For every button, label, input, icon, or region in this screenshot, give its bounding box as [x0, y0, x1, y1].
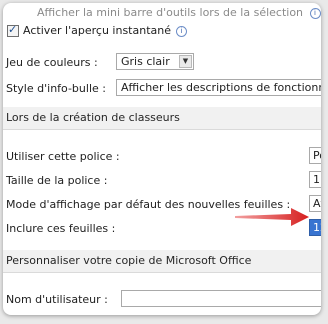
tooltip-style-label: Style d'info-bulle :	[6, 82, 106, 95]
color-scheme-label: Jeu de couleurs :	[6, 56, 98, 69]
default-font-select[interactable]: Police du corps	[309, 147, 321, 164]
live-preview-label: Activer l'aperçu instantané	[23, 24, 171, 37]
new-workbooks-header-text: Lors de la création de classeurs	[6, 111, 180, 124]
username-input[interactable]	[121, 290, 321, 307]
personalize-section-header: Personnaliser votre copie de Microsoft O…	[3, 250, 321, 273]
username-label: Nom d'utilisateur :	[6, 293, 108, 306]
tooltip-style-value: Afficher les descriptions de fonctionnal…	[121, 81, 321, 94]
default-font-label: Utiliser cette police :	[6, 150, 120, 163]
font-size-value: 11	[313, 173, 321, 186]
personalize-header-text: Personnaliser votre copie de Microsoft O…	[6, 254, 252, 267]
default-font-value: Police du corps	[313, 149, 321, 162]
info-icon: i	[309, 8, 321, 19]
new-workbooks-section-header: Lors de la création de classeurs	[3, 107, 321, 130]
chevron-down-icon[interactable]: ▼	[179, 55, 192, 68]
font-size-select[interactable]: 11	[309, 171, 321, 188]
annotation-arrow-icon	[235, 208, 309, 226]
mini-toolbar-option[interactable]: Afficher la mini barre d'outils lors de …	[37, 6, 321, 19]
sheet-count-label: Inclure ces feuilles :	[6, 222, 116, 235]
excel-options-panel: Afficher la mini barre d'outils lors de …	[3, 3, 321, 315]
font-size-label: Taille de la police :	[6, 174, 108, 187]
color-scheme-value: Gris clair	[121, 55, 170, 68]
live-preview-option[interactable]: ✓ Activer l'aperçu instantané i	[3, 24, 303, 38]
mini-toolbar-label: Afficher la mini barre d'outils lors de …	[37, 6, 304, 19]
info-icon: i	[176, 26, 187, 37]
checkmark-icon: ✓	[8, 23, 18, 36]
color-scheme-select[interactable]: Gris clair ▼	[116, 53, 194, 70]
tooltip-style-select[interactable]: Afficher les descriptions de fonctionnal…	[116, 79, 321, 96]
